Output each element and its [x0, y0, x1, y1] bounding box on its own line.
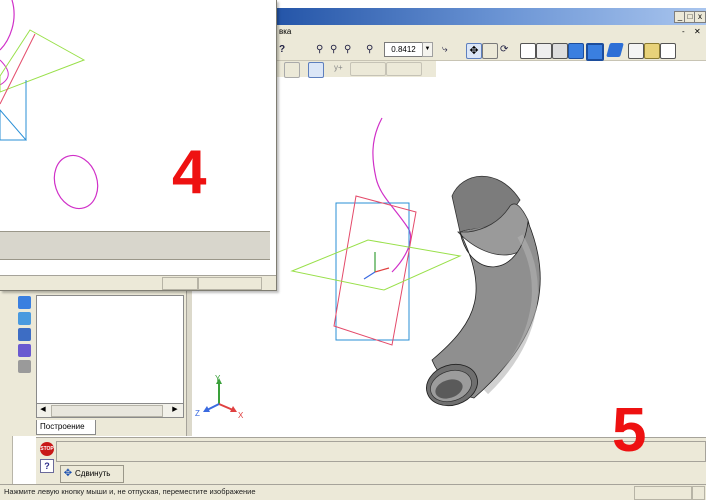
help-icon[interactable]: ?: [40, 459, 54, 473]
panel-icon[interactable]: [660, 43, 676, 59]
properties-icon[interactable]: [628, 43, 644, 59]
orientation-icon[interactable]: ⤷: [442, 43, 448, 57]
zoom-window-icon[interactable]: ⚲: [316, 43, 323, 57]
coord-field-x[interactable]: [350, 62, 386, 76]
axis-z-label: Z: [195, 409, 200, 418]
status-cell-2: [692, 486, 705, 500]
zoom-in-icon[interactable]: ⚲: [330, 43, 337, 57]
sketch-plane-xy: [0, 109, 28, 141]
zoom-dropdown-icon[interactable]: ▼: [422, 42, 433, 57]
pan-icon[interactable]: ✥: [466, 43, 482, 59]
shaded-edges-icon[interactable]: [586, 43, 604, 61]
mdi-minimize-button[interactable]: -: [682, 27, 685, 36]
menu-item-fragment[interactable]: вка: [279, 27, 291, 36]
shift-button[interactable]: ✥ Сдвинуть: [60, 465, 124, 483]
sketch-ellipse: [53, 154, 99, 210]
sketch-curve: [0, 0, 15, 51]
help-pointer-icon[interactable]: ?: [279, 43, 285, 57]
sketch-plane-zx: [290, 239, 462, 291]
view-toolbar: ? ⚲ ⚲ ⚲ ⚲ 0.8412 ▼ ⤷ ✥ ⟳: [276, 40, 706, 61]
sketch-plane-xy-skew: [335, 202, 410, 341]
status-bar: Нажмите левую кнопку мыши и, не отпуская…: [0, 484, 706, 500]
coord-field-y[interactable]: [386, 62, 422, 76]
main-window-titlebar[interactable]: _ □ x: [276, 8, 706, 25]
snap-ortho-icon[interactable]: [284, 62, 300, 78]
scroll-left-arrow-icon[interactable]: ◀: [38, 405, 48, 415]
edit-icon[interactable]: [644, 43, 660, 59]
shaded-icon[interactable]: [568, 43, 584, 59]
stop-icon[interactable]: STOP: [40, 442, 54, 456]
axis-triad: Y X Z: [195, 374, 244, 418]
path-curve: [372, 117, 412, 273]
mdi-close-button[interactable]: ✕: [694, 27, 701, 36]
coordinates-icon[interactable]: y+: [334, 61, 343, 75]
scroll-thumb[interactable]: [51, 405, 163, 417]
tree-horizontal-scrollbar[interactable]: ◀ ▶: [36, 403, 184, 418]
panel-tool-icon-5[interactable]: [18, 360, 31, 373]
sketch-viewport[interactable]: [0, 0, 276, 231]
shift-button-label: Сдвинуть: [75, 469, 111, 478]
tab-construction[interactable]: Построение: [36, 420, 96, 435]
panel-tool-icon-1[interactable]: [18, 296, 31, 309]
parameter-row[interactable]: [56, 441, 706, 462]
panel-tool-icon-3[interactable]: [18, 328, 31, 341]
sketch-window-panel: [0, 231, 270, 260]
close-button[interactable]: x: [694, 11, 706, 23]
zoom-scale-icon[interactable]: ⚲: [366, 43, 373, 57]
sketch-window-status: [0, 275, 276, 290]
annotation-number-5: 5: [612, 396, 647, 465]
status-cell-1: [634, 486, 692, 500]
snap-grid-icon[interactable]: [308, 62, 324, 78]
panel-tool-icon-2[interactable]: [18, 312, 31, 325]
rotate-icon[interactable]: ⟳: [500, 43, 508, 57]
sketch-curve-2: [0, 59, 9, 86]
perspective-icon[interactable]: [606, 43, 624, 57]
sketch-plane-zx: [0, 29, 86, 93]
thin-lines-icon[interactable]: [552, 43, 568, 59]
scroll-right-arrow-icon[interactable]: ▶: [170, 405, 180, 415]
zoom-scale-input[interactable]: 0.8412: [384, 42, 423, 57]
axis-y-label: Y: [215, 374, 221, 383]
panel-splitter[interactable]: [186, 290, 192, 436]
zoom-all-icon[interactable]: [482, 43, 498, 59]
sketch-status-cell-1: [162, 277, 198, 290]
model-tree[interactable]: [36, 295, 184, 405]
menu-bar: вка - ✕: [276, 25, 706, 41]
sketch-status-cell-2: [198, 277, 262, 290]
sketch-plane-xy: [335, 202, 410, 341]
axis-x-label: X: [238, 411, 244, 418]
wireframe-icon[interactable]: [520, 43, 536, 59]
panel-tool-icon-4[interactable]: [18, 344, 31, 357]
status-message: Нажмите левую кнопку мыши и, не отпуская…: [4, 487, 256, 496]
annotation-number-4: 4: [172, 138, 207, 207]
zoom-out-icon[interactable]: ⚲: [344, 43, 351, 57]
sketch-window[interactable]: [0, 0, 277, 291]
pan-arrows-icon: ✥: [63, 468, 73, 479]
snap-toolbar: y+: [276, 61, 436, 78]
hidden-lines-icon[interactable]: [536, 43, 552, 59]
pipe-model: [426, 175, 541, 407]
